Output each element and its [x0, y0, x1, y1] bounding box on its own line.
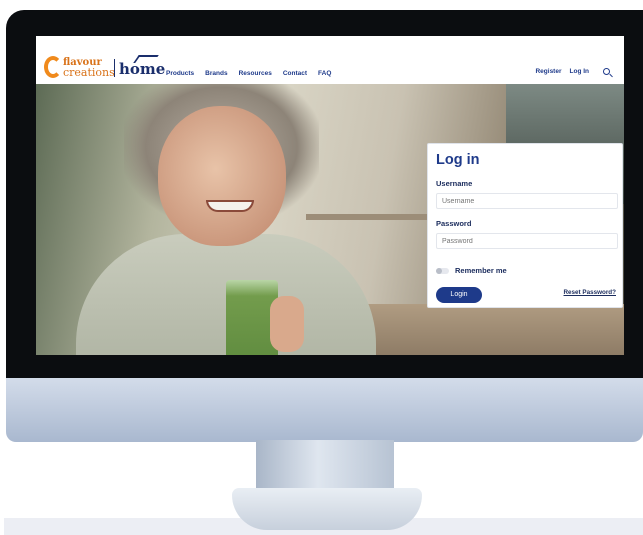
remember-me-toggle[interactable]	[436, 268, 449, 274]
hero-shelf	[306, 214, 436, 220]
login-button[interactable]: Login	[436, 287, 482, 303]
logo-swoosh-icon	[44, 56, 62, 78]
logo-text-creations: creations	[63, 66, 115, 79]
main-menu: Products Brands Resources Contact FAQ	[166, 70, 331, 77]
login-title: Log in	[436, 152, 480, 168]
username-label: Username	[436, 179, 473, 188]
password-input[interactable]	[436, 233, 618, 249]
menu-contact[interactable]: Contact	[283, 70, 307, 77]
hero-person-smile	[206, 200, 254, 212]
hero-person-face	[158, 106, 286, 246]
menu-resources[interactable]: Resources	[239, 70, 272, 77]
hero-person-hand	[270, 296, 304, 352]
monitor-stand-base	[232, 488, 422, 530]
monitor-mockup: flavour creations home Products Brands R…	[0, 0, 643, 535]
home-logo[interactable]: home	[119, 60, 165, 78]
search-icon[interactable]	[603, 68, 610, 75]
register-link[interactable]: Register	[535, 68, 561, 75]
site-header: flavour creations home Products Brands R…	[36, 36, 624, 84]
monitor-chin	[6, 378, 643, 442]
menu-products[interactable]: Products	[166, 70, 194, 77]
logo-divider	[114, 59, 115, 77]
flavour-creations-logo[interactable]: flavour creations	[44, 56, 115, 78]
menu-faq[interactable]: FAQ	[318, 70, 331, 77]
remember-me-label: Remember me	[455, 266, 507, 275]
menu-brands[interactable]: Brands	[205, 70, 227, 77]
monitor-stand-neck	[256, 440, 394, 492]
username-input[interactable]	[436, 193, 618, 209]
password-label: Password	[436, 219, 472, 228]
login-link[interactable]: Log In	[570, 68, 590, 75]
reset-password-link[interactable]: Reset Password?	[564, 289, 617, 296]
login-card: Log in Username Password Remember me Log…	[427, 143, 623, 308]
website-screen: flavour creations home Products Brands R…	[36, 36, 624, 355]
header-actions: Register Log In	[535, 68, 610, 75]
